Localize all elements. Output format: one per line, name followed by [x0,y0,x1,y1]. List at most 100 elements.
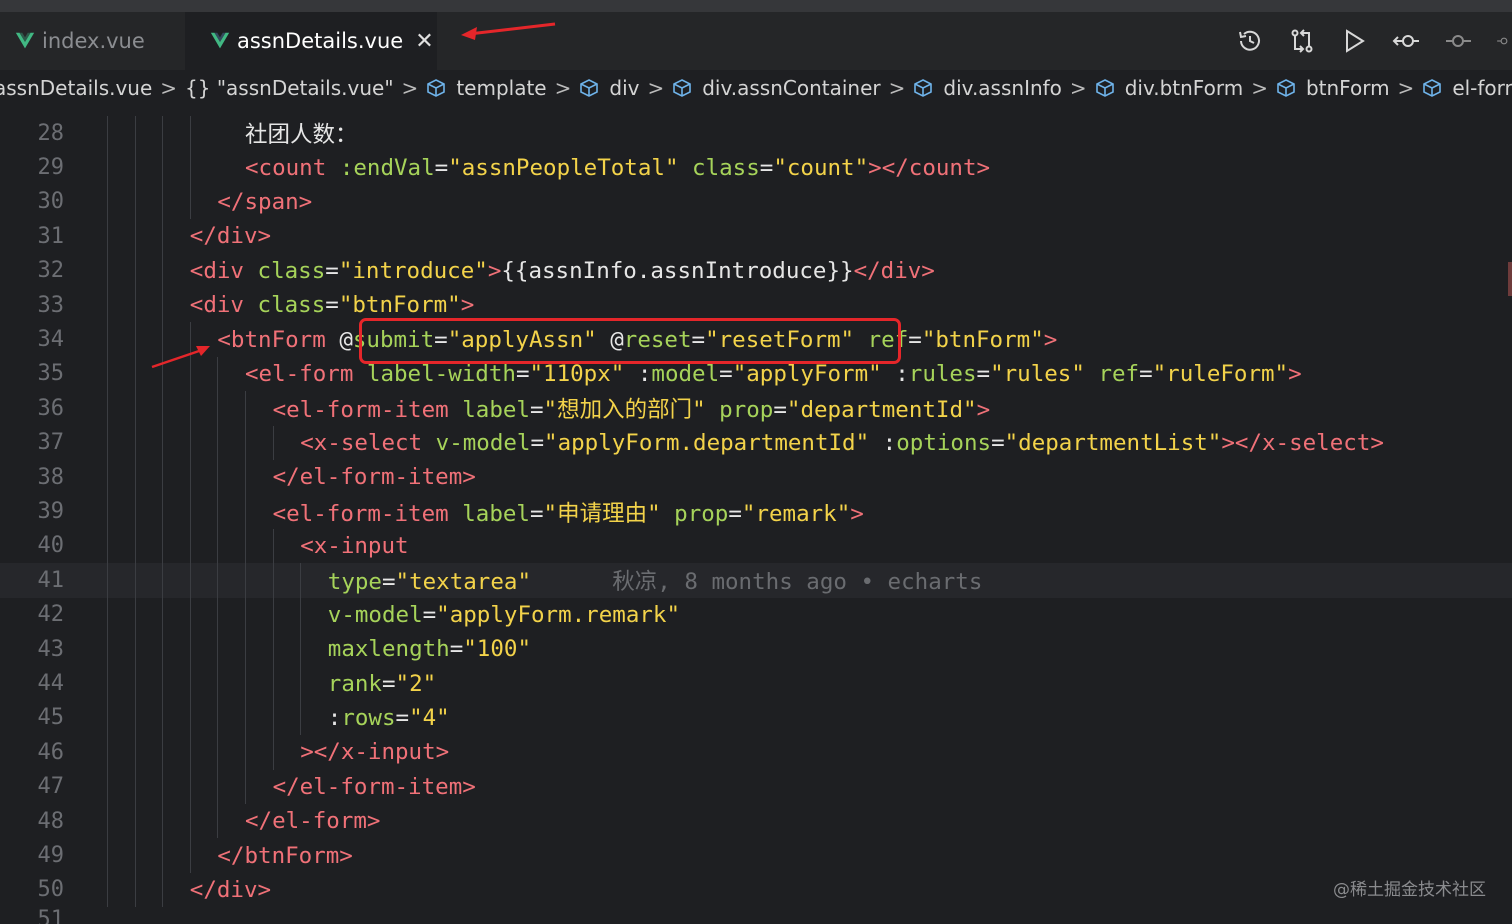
line-number: 42 [37,602,65,628]
breadcrumb-item[interactable]: div.btnForm [1095,76,1243,100]
line-number: 33 [37,292,65,318]
code-line: 28 社团人数： [0,116,1512,150]
line-number: 48 [37,808,65,834]
line-number: 31 [37,223,65,249]
indent-guide [272,528,274,770]
chevron-right-icon: > [647,76,665,100]
code-token: "btnForm" [921,326,1044,353]
code-token: "assnPeopleTotal" [448,154,679,181]
code-editor[interactable]: 27 51 28社团人数：29<count :endVal="assnPeopl… [0,106,1512,924]
code-token: <el-form [245,360,367,387]
code-line: 44 rank="2" [0,666,1512,700]
code-token: "textarea" [395,569,531,596]
tab-index-vue[interactable]: index.vue [0,12,185,70]
indent-guide [134,116,136,908]
code-token: = [529,500,544,527]
tab-assndetails-vue[interactable]: assnDetails.vue ✕ [185,12,437,70]
code-line: 42 v-model="applyForm.remark" [0,598,1512,632]
code-token: = [395,704,410,731]
editor-toolbar [1212,12,1512,70]
code-token: <x-select [300,429,436,456]
code-line: 36 <el-form-item label="想加入的部门" prop="dep… [0,391,1512,425]
git-compare-icon[interactable] [1288,27,1316,55]
code-token: > [460,292,475,319]
code-token: <el-form-item [272,500,463,527]
breadcrumb-item[interactable]: el-form [1422,76,1512,100]
code-text: :rows="4" [328,705,450,731]
code-token: </el-form-item> [272,773,476,800]
watermark: @稀土掘金技术社区 [1333,880,1486,900]
cube-icon [914,79,933,97]
code-token: = [449,636,464,663]
code-token: = [381,670,396,697]
breadcrumb-item[interactable]: div.assnInfo [913,76,1062,100]
code-token: = [325,292,339,319]
history-icon[interactable] [1236,27,1264,55]
git-blame-annotation: 秋凉, 8 months ago • echarts [531,569,983,596]
line-number: 29 [37,155,65,181]
breadcrumb-item[interactable]: div.assnContainer [672,76,881,100]
chevron-right-icon: > [888,76,906,100]
code-token: class [692,154,760,181]
breadcrumb-item[interactable]: template [426,76,547,100]
code-token: = [1139,360,1153,387]
code-text: </el-form-item> [273,774,476,800]
code-text: <el-form-item label="想加入的部门" prop="depar… [273,392,991,424]
code-token: v-model [435,429,531,456]
close-icon[interactable]: ✕ [415,29,433,54]
annotation-arrow [461,22,556,40]
code-token: = [759,154,774,181]
code-token: label [462,397,530,424]
line-number: 34 [37,327,65,353]
breadcrumb-item[interactable]: {} "assnDetails.vue" [185,76,394,100]
code-token: "departmentId" [786,397,977,424]
code-token: > [1288,360,1302,387]
go-back-icon[interactable] [1392,27,1420,55]
breadcrumb-item[interactable]: div [579,76,639,100]
window-title-strip [0,0,1512,12]
go-forward-icon[interactable] [1444,27,1472,55]
code-text: <x-select v-model="applyForm.departmentI… [300,430,1384,456]
breadcrumb-file[interactable]: assnDetails.vue [0,76,152,100]
code-text: </el-form-item> [273,464,476,490]
code-text: 社团人数： [245,117,358,149]
chevron-right-icon: > [1397,76,1415,100]
code-token: <x-input [300,532,409,559]
code-text: </btnForm> [217,843,352,869]
code-token: 社团人数： [245,122,358,149]
indent-guide [107,116,108,908]
code-token: <el-form-item [272,397,463,424]
code-token: model [651,360,720,387]
code-token: prop [674,500,729,527]
code-token: rules [908,360,977,387]
code-text: rank="2" [328,671,436,697]
code-token: class [257,257,326,284]
cube-icon [673,79,692,97]
breadcrumb-item[interactable]: btnForm [1276,76,1390,100]
indent-guide [189,116,191,220]
code-line: 46 ></x-input> [0,735,1512,769]
code-token: "introduce" [338,257,488,284]
code-token: > [850,500,864,527]
code-token: options [896,429,992,456]
scrollbar-marker[interactable] [1508,262,1512,296]
breadcrumb: assnDetails.vue > {} "assnDetails.vue" >… [0,70,1512,106]
code-text: <x-input [300,533,408,559]
run-icon[interactable] [1340,27,1368,55]
code-token: ></x-select> [1221,429,1384,456]
cube-icon [580,79,599,97]
code-token: = [908,326,922,353]
code-line: 45:rows="4" [0,701,1512,735]
more-icon[interactable] [1496,27,1512,55]
code-token: = [728,500,742,527]
code-token: "departmentList" [1004,429,1222,456]
code-token: "btnForm" [338,292,461,319]
code-token: : [327,704,342,731]
line-number: 39 [37,499,65,525]
code-token: "ruleForm" [1152,360,1289,387]
code-text: v-model="applyForm.remark" [328,602,680,628]
code-token: </span> [217,188,313,215]
indent-guide [300,563,302,736]
